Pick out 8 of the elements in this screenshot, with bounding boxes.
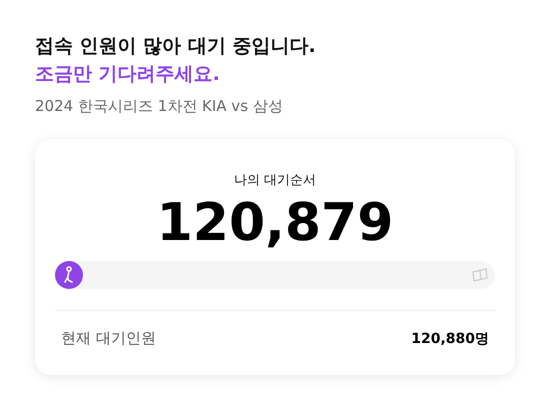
waiting-label: 현재 대기인원 — [61, 329, 156, 348]
game-subtitle: 2024 한국시리즈 1차전 KIA vs 삼성 — [35, 97, 283, 116]
queue-position: 120,879 — [156, 195, 394, 251]
ticket-icon — [471, 268, 489, 282]
queue-label: 나의 대기순서 — [234, 172, 316, 189]
waiting-count: 120,880명 — [411, 330, 489, 348]
heading: 접속 인원이 많아 대기 중입니다. — [35, 34, 316, 59]
heading-highlight: 조금만 기다려주세요. — [35, 62, 220, 87]
